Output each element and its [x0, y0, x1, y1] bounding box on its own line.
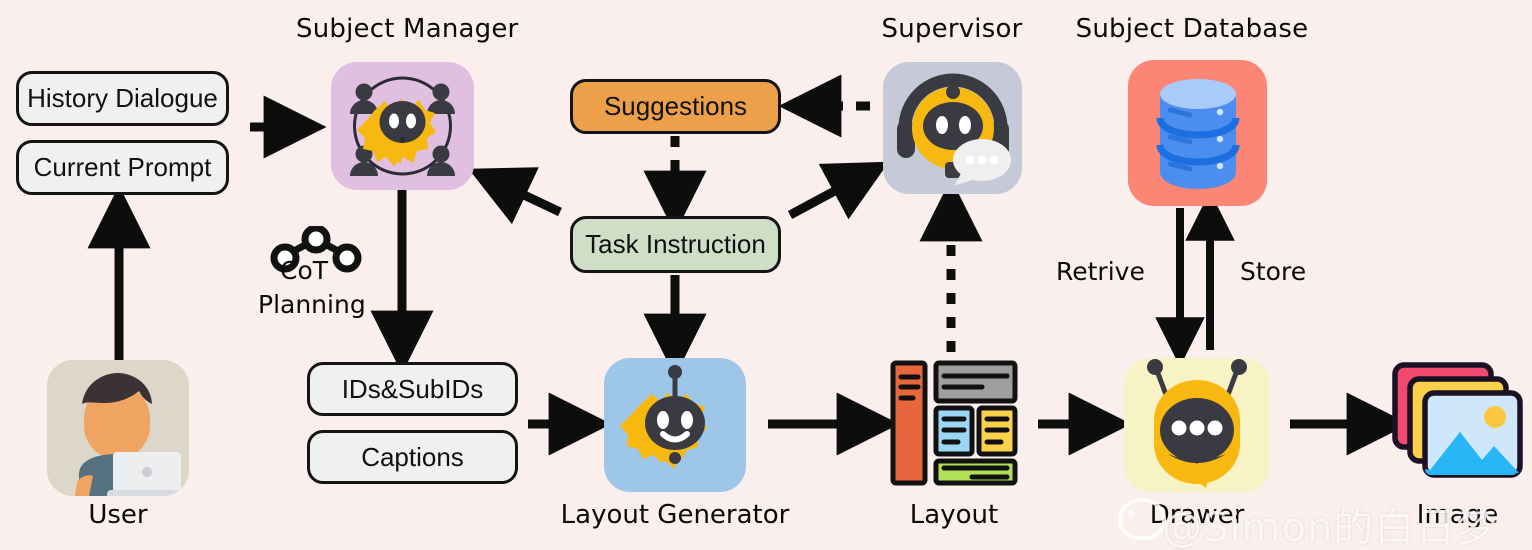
planning-label: Planning: [258, 290, 366, 319]
drawer-tile[interactable]: [1124, 358, 1270, 492]
task-instruction-box[interactable]: Task Instruction: [570, 216, 781, 273]
current-prompt-box[interactable]: Current Prompt: [16, 140, 229, 195]
supervisor-bot-chat-icon: [897, 73, 1011, 186]
user-laptop-icon: [75, 373, 189, 496]
suggestions-box[interactable]: Suggestions: [570, 79, 781, 134]
caption-layout-generator: Layout Generator: [560, 500, 790, 530]
layout-generator-tile[interactable]: [604, 358, 746, 492]
caption-image: Image: [1416, 500, 1499, 530]
supervisor-tile[interactable]: [883, 62, 1022, 194]
captions-box[interactable]: Captions: [307, 430, 518, 484]
caption-layout: Layout: [909, 500, 999, 530]
title-subject-database: Subject Database: [1075, 14, 1309, 44]
history-dialogue-box[interactable]: History Dialogue: [16, 71, 229, 126]
retrive-label: Retrive: [1056, 257, 1145, 286]
database-stack-icon: [1156, 79, 1240, 189]
user-tile[interactable]: [47, 360, 189, 496]
layout-icon-wrap[interactable]: [886, 358, 1022, 488]
diagram-canvas: Subject Manager Supervisor Subject Datab…: [0, 0, 1532, 550]
ids-subids-box[interactable]: IDs&SubIDs: [307, 362, 518, 416]
subject-database-tile[interactable]: [1128, 60, 1267, 206]
multi-agent-group-icon: [350, 76, 455, 176]
image-stack-icon: [1392, 362, 1523, 478]
title-subject-manager: Subject Manager: [296, 14, 519, 44]
page-layout-icon: [890, 360, 1018, 486]
caption-drawer: Drawer: [1149, 500, 1245, 530]
robot-icon: [620, 365, 707, 469]
store-label: Store: [1240, 257, 1307, 286]
cot-label: CoT: [280, 256, 329, 285]
title-supervisor: Supervisor: [881, 14, 1023, 44]
robot-head-icon: [1147, 359, 1247, 488]
image-icon-wrap[interactable]: [1390, 360, 1525, 480]
caption-user: User: [88, 500, 148, 530]
subject-manager-tile[interactable]: [331, 62, 474, 190]
